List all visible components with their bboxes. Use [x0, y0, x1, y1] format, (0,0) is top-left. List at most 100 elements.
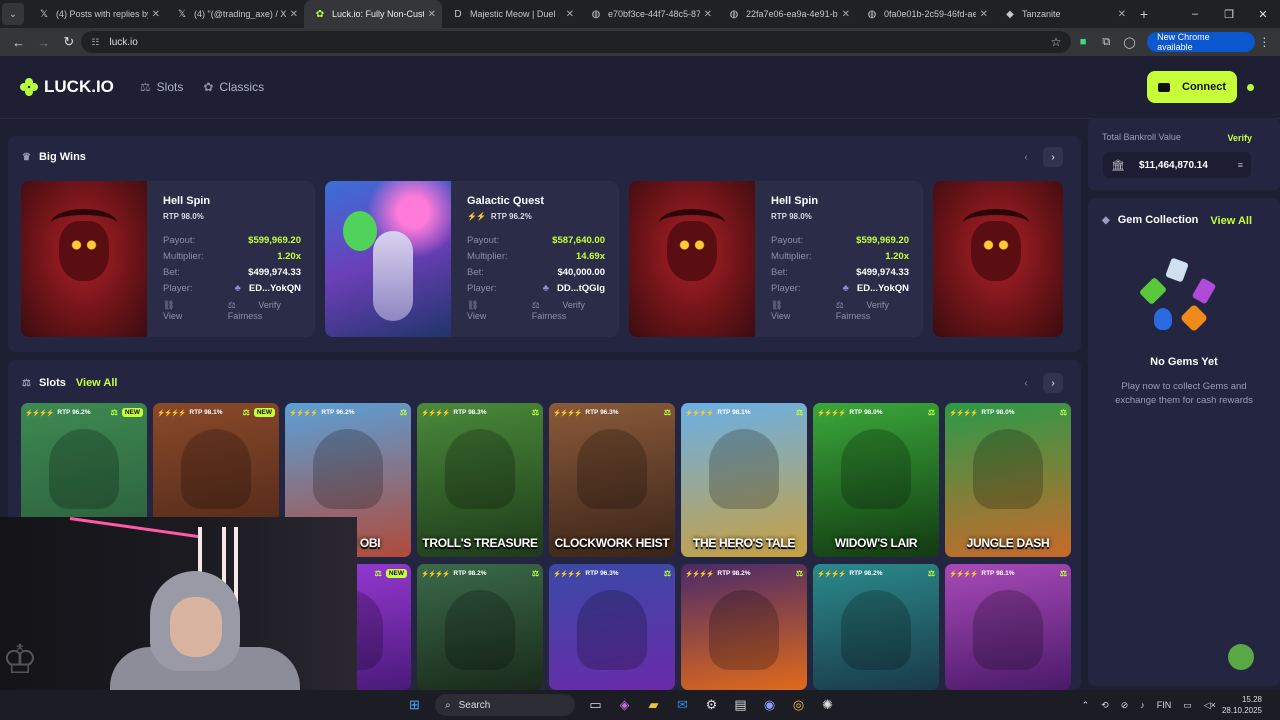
slot-tile[interactable]: ⚡⚡⚡⚡ RTP 98.0% ⚖ JUNGLE DASH — [945, 403, 1071, 557]
microphone-icon[interactable]: ♪ — [1140, 700, 1145, 710]
minimize-icon[interactable]: – — [1178, 8, 1212, 21]
windows-start-icon[interactable]: ⊞ — [400, 697, 429, 713]
gems-illustration — [1138, 257, 1224, 336]
copilot-icon[interactable]: ◈ — [610, 697, 639, 713]
extension-icon[interactable]: ■ — [1071, 36, 1094, 48]
multiplier-value: 14.69x — [575, 251, 605, 262]
tray-chevron-icon[interactable]: ⌃ — [1082, 700, 1090, 711]
back-icon[interactable]: ← — [6, 35, 31, 50]
settings-gear-icon[interactable]: ⚙ — [697, 697, 726, 713]
reload-icon[interactable]: ↻ — [56, 34, 81, 50]
outlook-icon[interactable]: ✉ — [668, 697, 697, 713]
forward-icon[interactable]: → — [31, 35, 56, 50]
tab-search-icon[interactable]: ⌄ — [2, 3, 24, 25]
prev-arrow-icon[interactable]: ‹ — [1016, 147, 1036, 167]
win-card[interactable]: Galactic Quest ⚡⚡ RTP 96.2% Payout: $587,640… — [325, 181, 619, 337]
tab-close-icon[interactable]: ✕ — [704, 9, 712, 20]
browser-tab[interactable]: 𝕏 (4) Posts with replies by g ✕ — [28, 0, 166, 28]
browser-tab[interactable]: ◍ 0fa0e01b-2c59-46fd-ae0 ✕ — [856, 0, 994, 28]
tab-close-icon[interactable]: ✕ — [290, 9, 298, 20]
slots-icon: ⚖ — [139, 80, 151, 94]
gem-view-all-link[interactable]: View All — [1210, 215, 1252, 227]
browser-tab[interactable]: ✿ Luck.io: Fully Non-Custod ✕ — [304, 0, 442, 28]
tab-close-icon[interactable]: ✕ — [842, 9, 850, 20]
clock[interactable]: 15.28 28.10.2025 — [1222, 694, 1262, 716]
volume-mute-icon[interactable]: ◁× — [1204, 700, 1216, 711]
bankroll-box[interactable]: 🏛 $11,464,870.14 ≡ — [1103, 152, 1251, 178]
menu-kebab-icon[interactable]: ⋮ — [1255, 35, 1274, 49]
win-links: ⛓ View ⚖ Verify Fairness — [771, 300, 923, 321]
tab-close-icon[interactable]: ✕ — [152, 9, 160, 20]
fairness-icon: ⚖ — [663, 569, 671, 578]
browser-tab[interactable]: 𝕏 (4) "(@trading_axe) / X ✕ — [166, 0, 304, 28]
tab-title: Luck.io: Fully Non-Custod — [332, 9, 424, 19]
maximize-icon[interactable]: ❐ — [1212, 8, 1246, 21]
slot-tile[interactable]: ⚡⚡⚡⚡ RTP 96.3% ⚖ — [549, 564, 675, 690]
monitor-icon[interactable]: ▭ — [1183, 700, 1192, 711]
profile-icon[interactable]: ◯ — [1118, 36, 1141, 49]
next-arrow-icon[interactable]: › — [1043, 147, 1063, 167]
tray-network-off-icon[interactable]: ⊘ — [1121, 700, 1129, 711]
tab-close-icon[interactable]: ✕ — [566, 9, 574, 20]
nav-slots[interactable]: ⚖ Slots — [140, 80, 183, 94]
browser-tab[interactable]: D Majestic Meow | Duel ✕ — [442, 0, 580, 28]
browser-tab[interactable]: ◍ 22fa7e06-ea9a-4e91-bee ✕ — [718, 0, 856, 28]
slot-tile[interactable]: ⚡⚡⚡⚡ RTP 98.1% ⚖ THE HERO'S TALE — [681, 403, 807, 557]
view-link[interactable]: ⛓ View — [163, 300, 208, 321]
new-badge: NEW — [121, 408, 143, 417]
player-value[interactable]: ♣ ED...YokQN — [843, 283, 909, 294]
site-logo[interactable]: LUCK.IO — [20, 77, 114, 97]
win-card-partial[interactable] — [933, 181, 1063, 337]
bankroll-verify-link[interactable]: Verify — [1227, 132, 1252, 144]
app-icon[interactable]: ✺ — [813, 697, 842, 713]
taskbar-search[interactable]: ⌕ Search — [435, 694, 575, 716]
win-links: ⛓ View ⚖ Verify Fairness — [467, 300, 619, 321]
slot-tile[interactable]: ⚡⚡⚡⚡ RTP 98.0% ⚖ WIDOW'S LAIR — [813, 403, 939, 557]
bookmark-star-icon[interactable]: ☆ — [1051, 35, 1062, 49]
view-link[interactable]: ⛓ View — [771, 300, 816, 321]
verify-fairness-link[interactable]: ⚖ Verify Fairness — [836, 300, 903, 321]
tile-game-name: TROLL'S TREASURE — [422, 536, 538, 550]
file-explorer-icon[interactable]: ▰ — [639, 697, 668, 713]
volatility-bolt-icon: ⚡⚡⚡⚡ — [289, 409, 318, 417]
multiplier-value: 1.20x — [885, 251, 909, 262]
browser-tab[interactable]: ◆ Tanzanite ✕ — [994, 0, 1132, 28]
browser-tab[interactable]: ◍ e70bf3ce-44f7-48c5-877f ✕ — [580, 0, 718, 28]
tab-close-icon[interactable]: ✕ — [428, 9, 436, 20]
omnibox[interactable]: ☷ luck.io ☆ — [81, 31, 1072, 53]
language-indicator[interactable]: FIN — [1157, 700, 1172, 710]
slot-tile[interactable]: ⚡⚡⚡⚡ RTP 98.3% ⚖ TROLL'S TREASURE — [417, 403, 543, 557]
tray-app-icon[interactable]: ⟲ — [1101, 700, 1109, 711]
slot-tile[interactable]: ⚡⚡⚡⚡ RTP 98.2% ⚖ — [813, 564, 939, 690]
next-arrow-icon[interactable]: › — [1043, 373, 1063, 393]
prev-arrow-icon[interactable]: ‹ — [1016, 373, 1036, 393]
nav-classics[interactable]: ✿ Classics — [203, 80, 264, 94]
volatility-bolt-icon: ⚡⚡⚡⚡ — [157, 409, 186, 417]
slots-view-all-link[interactable]: View All — [76, 377, 118, 389]
discord-icon[interactable]: ◉ — [755, 697, 784, 713]
chrome-icon[interactable]: ◎ — [784, 697, 813, 713]
player-value[interactable]: ♣ ED...YokQN — [235, 283, 301, 294]
close-window-icon[interactable]: ✕ — [1246, 8, 1280, 21]
slot-tile[interactable]: ⚡⚡⚡⚡ RTP 98.1% ⚖ — [945, 564, 1071, 690]
win-card[interactable]: Hell Spin RTP 98.0% Payout: $599,969.20 Mult… — [629, 181, 923, 337]
player-value[interactable]: ♣ DD...tQGIg — [543, 283, 605, 294]
win-card[interactable]: Hell Spin RTP 98.0% Payout: $599,969.20 Mult… — [21, 181, 315, 337]
connect-button[interactable]: Connect — [1147, 71, 1237, 103]
task-view-icon[interactable]: ▭ — [581, 697, 610, 713]
tab-close-icon[interactable]: ✕ — [1118, 9, 1126, 20]
tile-badges: ⚡⚡⚡⚡RTP 96.2% ⚖NEW — [25, 408, 143, 417]
slot-tile[interactable]: ⚡⚡⚡⚡ RTP 96.3% ⚖ CLOCKWORK HEIST — [549, 403, 675, 557]
chrome-update-chip[interactable]: New Chrome available — [1147, 32, 1255, 52]
site-info-icon[interactable]: ☷ — [91, 37, 99, 48]
chat-avatar-icon[interactable] — [1228, 644, 1254, 670]
new-tab-button[interactable]: + — [1132, 6, 1156, 22]
verify-fairness-link[interactable]: ⚖ Verify Fairness — [532, 300, 599, 321]
view-link[interactable]: ⛓ View — [467, 300, 512, 321]
verify-fairness-link[interactable]: ⚖ Verify Fairness — [228, 300, 295, 321]
slot-tile[interactable]: ⚡⚡⚡⚡ RTP 98.2% ⚖ — [681, 564, 807, 690]
slot-tile[interactable]: ⚡⚡⚡⚡ RTP 98.2% ⚖ — [417, 564, 543, 690]
tab-close-icon[interactable]: ✕ — [980, 9, 988, 20]
notepad-icon[interactable]: ▤ — [726, 697, 755, 713]
extensions-puzzle-icon[interactable]: ⧉ — [1095, 36, 1118, 49]
